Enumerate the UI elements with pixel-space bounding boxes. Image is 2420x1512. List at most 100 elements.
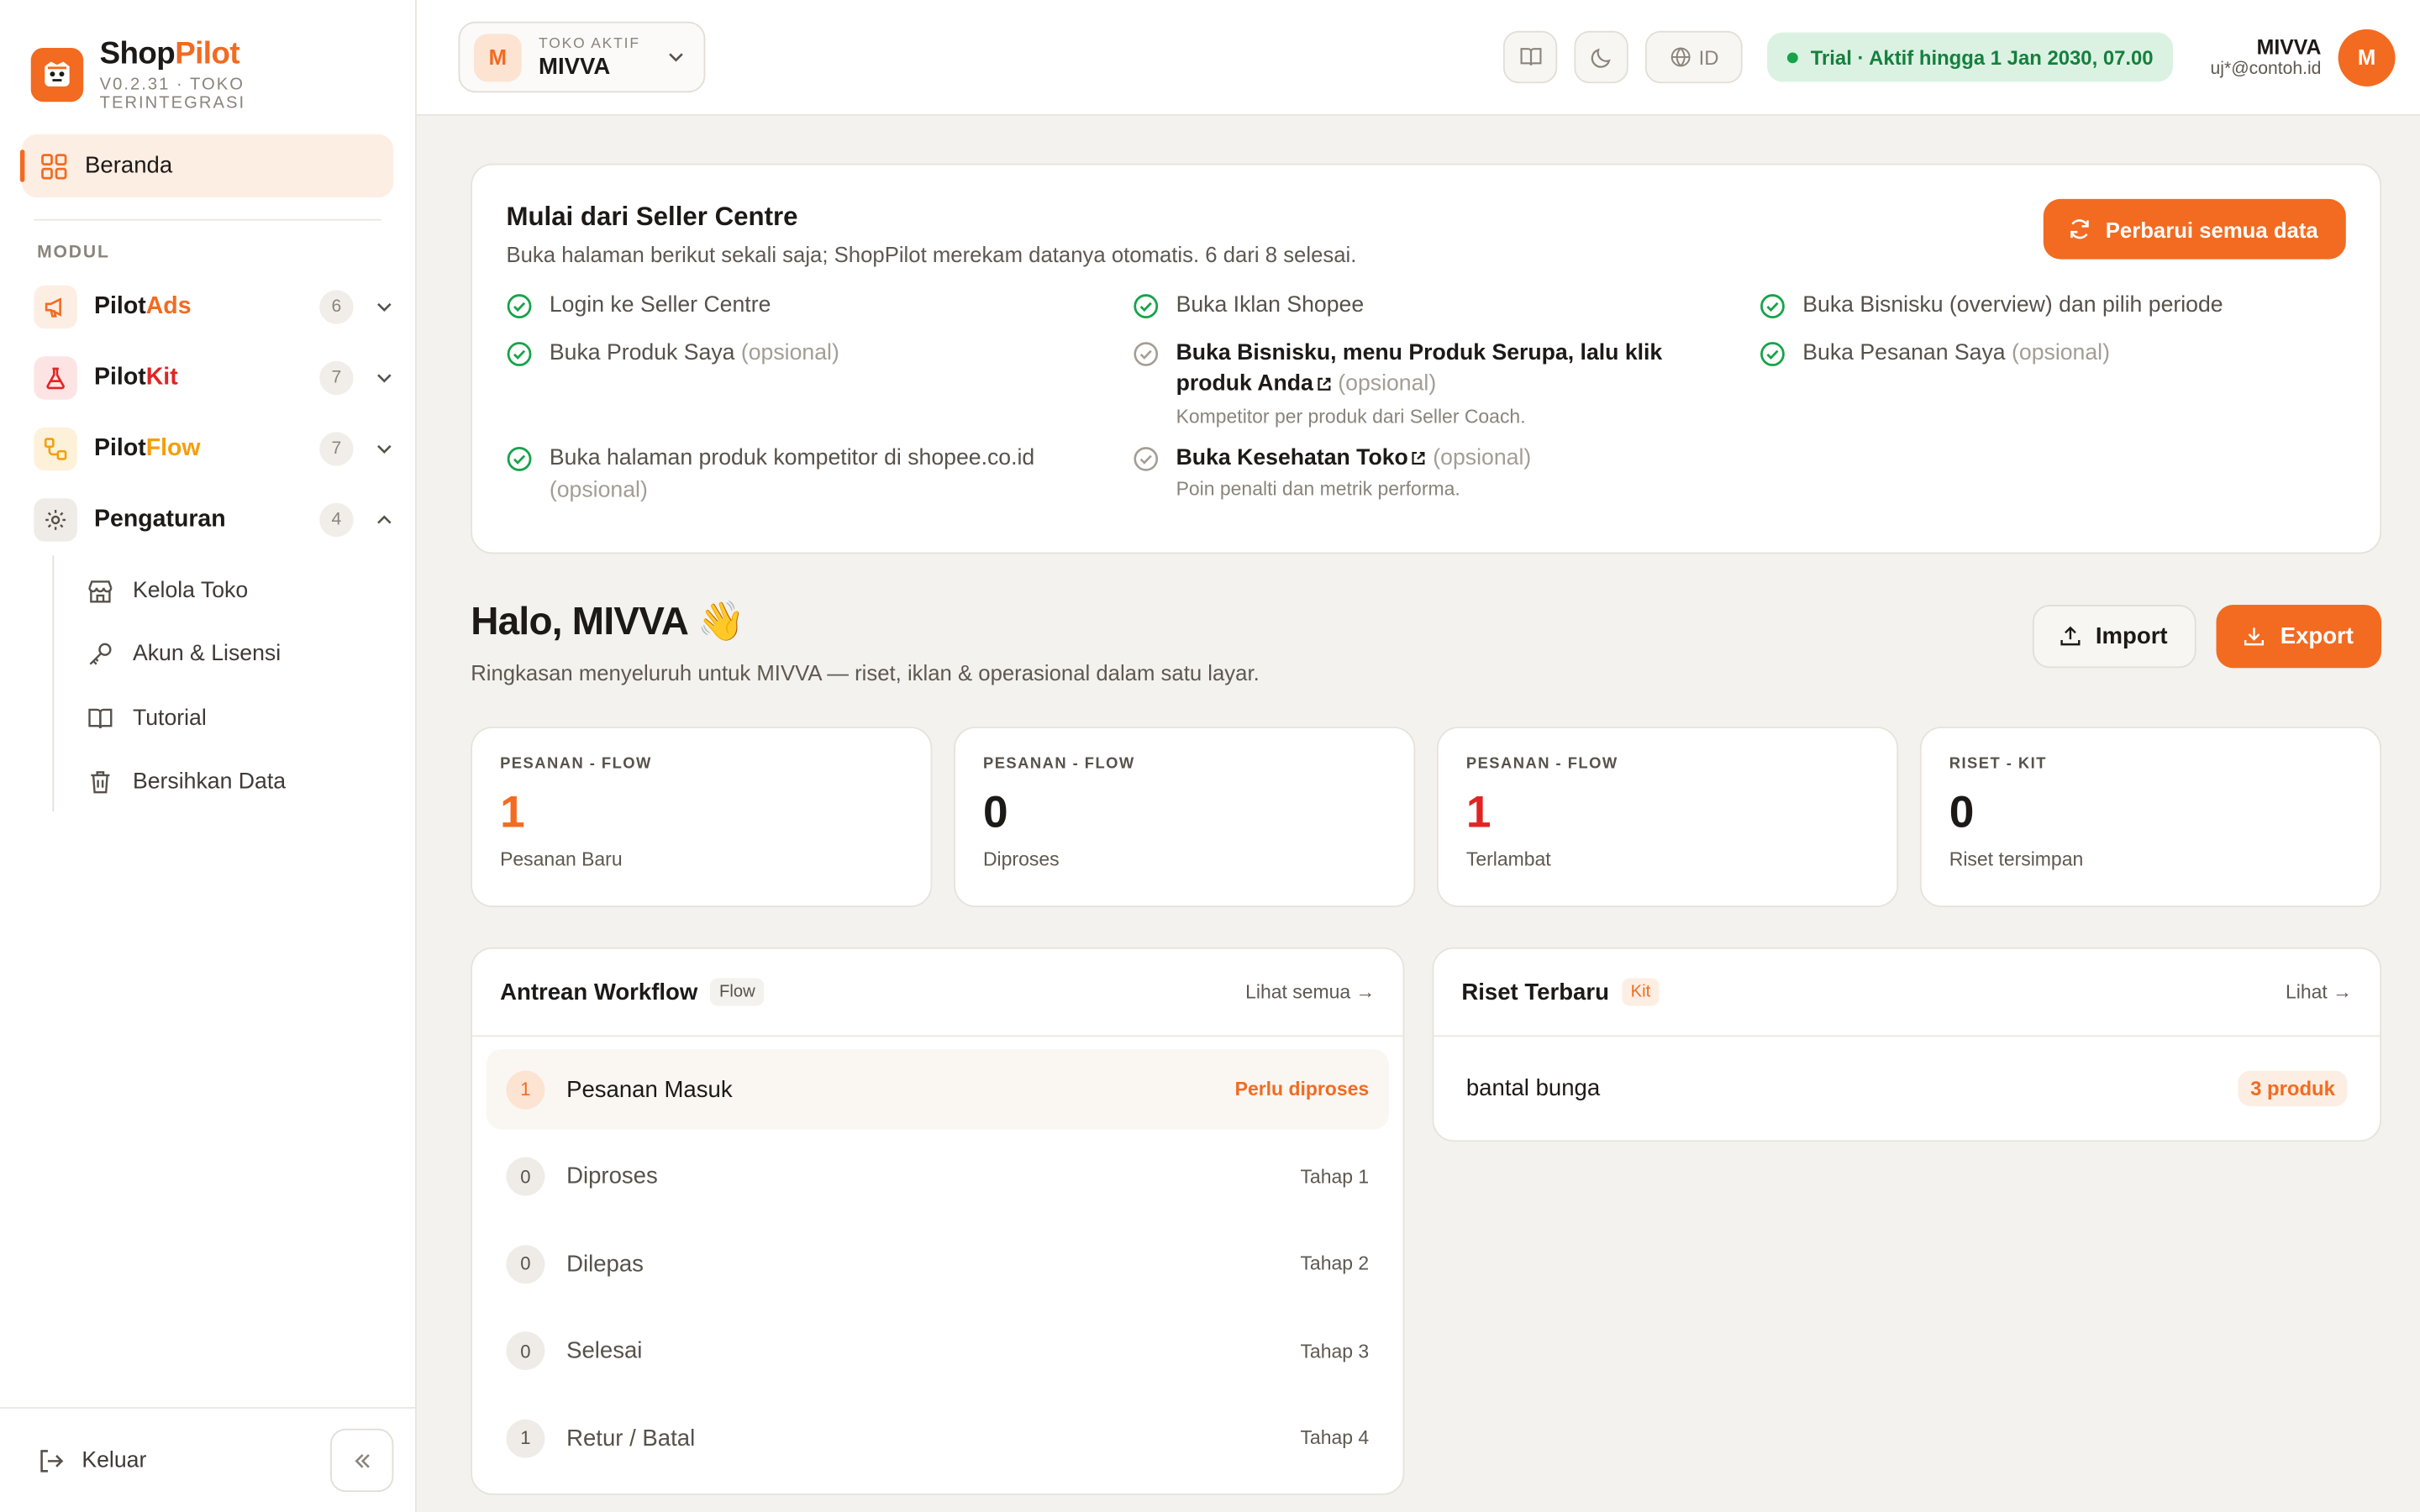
sidebar-item-kelola-toko[interactable]: Kelola Toko bbox=[52, 559, 415, 622]
stat-card-diproses[interactable]: PESANAN - FLOW 0 Diproses bbox=[954, 727, 1416, 907]
workflow-row[interactable]: 0 Diproses Tahap 1 bbox=[487, 1137, 1389, 1217]
task-login[interactable]: Login ke Seller Centre bbox=[506, 290, 1133, 322]
check-circle-pending-icon bbox=[1134, 446, 1159, 470]
greeting-section: Halo, MIVVA 👋 Ringkasan menyeluruh untuk… bbox=[471, 600, 2382, 685]
store-key: TOKO AKTIF bbox=[539, 34, 640, 52]
logout-button[interactable]: Keluar bbox=[37, 1446, 330, 1474]
see-link[interactable]: Lihat → bbox=[2286, 981, 2352, 1003]
stat-value: 0 bbox=[982, 788, 1008, 838]
riset-item[interactable]: bantal bunga 3 produk bbox=[1434, 1037, 2380, 1138]
task-label: Buka Pesanan Saya (opsional) bbox=[1802, 339, 2110, 365]
sidebar-item-bersihkan-data[interactable]: Bersihkan Data bbox=[52, 751, 415, 815]
status-dot-icon bbox=[1787, 51, 1799, 63]
task-bisnisku[interactable]: Buka Bisnisku (overview) dan pilih perio… bbox=[1760, 290, 2346, 322]
check-circle-icon bbox=[1760, 341, 1785, 366]
avatar[interactable]: M bbox=[2338, 28, 2396, 86]
divider bbox=[34, 218, 381, 221]
stat-card-pesanan-baru[interactable]: PESANAN - FLOW 1 Pesanan Baru bbox=[471, 727, 933, 907]
store-selector[interactable]: M TOKO AKTIF MIVVA bbox=[458, 21, 706, 93]
workflow-row[interactable]: 1 Pesanan Masuk Perlu diproses bbox=[486, 1048, 1390, 1130]
riset-panel: Riset Terbaru Kit Lihat → bantal bunga 3… bbox=[1432, 947, 2382, 1142]
language-button[interactable]: ID bbox=[1645, 30, 1743, 84]
stat-value: 1 bbox=[1465, 788, 1491, 838]
grid-icon bbox=[41, 153, 67, 179]
trial-status-badge: Trial · Aktif hingga 1 Jan 2030, 07.00 bbox=[1767, 32, 2174, 82]
chevron-down-icon[interactable] bbox=[375, 439, 393, 458]
task-pesanan-saya[interactable]: Buka Pesanan Saya (opsional) bbox=[1760, 337, 2346, 369]
chevron-down-icon bbox=[669, 53, 683, 62]
workflow-name: Retur / Batal bbox=[566, 1425, 696, 1452]
download-icon bbox=[2244, 627, 2265, 646]
chevron-up-icon[interactable] bbox=[375, 511, 393, 529]
docs-button[interactable] bbox=[1503, 30, 1558, 84]
task-label: Buka Produk Saya (opsional) bbox=[549, 339, 839, 365]
chevron-down-icon[interactable] bbox=[375, 297, 393, 316]
collapse-sidebar-button[interactable] bbox=[330, 1428, 394, 1493]
section-label-modul: MODUL bbox=[37, 244, 110, 263]
workflow-row[interactable]: 0 Dilepas Tahap 2 bbox=[487, 1224, 1389, 1305]
book-icon bbox=[88, 708, 113, 728]
stat-key: PESANAN - FLOW bbox=[982, 755, 1135, 774]
brand-version: V0.2.31 · TOKO TERINTEGRASI bbox=[99, 75, 246, 113]
brand-logo-icon bbox=[30, 47, 83, 102]
task-label[interactable]: Buka Bisnisku, menu Produk Serupa, lalu … bbox=[1176, 337, 1670, 400]
sub-item-label: Tutorial bbox=[132, 706, 207, 732]
store-avatar: M bbox=[473, 33, 522, 81]
sidebar-module-pilotads[interactable]: PilotAds 6 bbox=[34, 271, 393, 342]
workflow-name: Selesai bbox=[566, 1337, 643, 1364]
panel-title: Antrean Workflow bbox=[500, 979, 698, 1005]
sidebar-module-pilotkit[interactable]: PilotKit 7 bbox=[34, 343, 393, 413]
refresh-icon bbox=[2070, 219, 2090, 239]
task-label: Buka Bisnisku (overview) dan pilih perio… bbox=[1802, 292, 2223, 318]
module-count: 6 bbox=[319, 290, 354, 324]
workflow-status: Tahap 4 bbox=[1300, 1426, 1370, 1449]
workflow-row[interactable]: 1 Retur / Batal Tahap 4 bbox=[487, 1398, 1389, 1478]
check-circle-icon bbox=[1134, 294, 1159, 318]
trial-label: Trial · Aktif hingga 1 Jan 2030, 07.00 bbox=[1810, 45, 2154, 69]
stat-value: 0 bbox=[1949, 788, 1975, 838]
module-count: 7 bbox=[319, 360, 354, 396]
check-circle-icon bbox=[507, 447, 532, 471]
task-kesehatan-toko[interactable]: Buka Kesehatan Toko (opsional) Poin pena… bbox=[1133, 442, 1760, 500]
workflow-count: 0 bbox=[506, 1157, 545, 1196]
sidebar-item-tutorial[interactable]: Tutorial bbox=[52, 686, 415, 750]
task-hint: Kompetitor per produk dari Seller Coach. bbox=[1176, 405, 1526, 427]
import-button[interactable]: Import bbox=[2032, 604, 2197, 669]
riset-item-name: bantal bunga bbox=[1465, 1074, 1601, 1101]
task-produk-saya[interactable]: Buka Produk Saya (opsional) bbox=[506, 337, 1133, 369]
upload-icon bbox=[2060, 626, 2081, 646]
brand-name: ShopPilot bbox=[99, 36, 240, 71]
refresh-all-button[interactable]: Perbarui semua data bbox=[2044, 198, 2346, 260]
workflow-status: Perlu diproses bbox=[1234, 1078, 1370, 1100]
brand[interactable]: ShopPilot V0.2.31 · TOKO TERINTEGRASI bbox=[0, 0, 415, 114]
stat-card-terlambat[interactable]: PESANAN - FLOW 1 Terlambat bbox=[1436, 727, 1899, 907]
module-name: PilotKit bbox=[94, 364, 178, 391]
workflow-name: Diproses bbox=[566, 1163, 658, 1190]
workflow-status: Tahap 3 bbox=[1300, 1340, 1370, 1362]
key-icon bbox=[89, 643, 112, 666]
theme-toggle-button[interactable] bbox=[1574, 30, 1629, 84]
sidebar-module-pilotflow[interactable]: PilotFlow 7 bbox=[34, 413, 393, 484]
task-label: Login ke Seller Centre bbox=[549, 292, 771, 318]
task-iklan[interactable]: Buka Iklan Shopee bbox=[1133, 290, 1760, 322]
megaphone-icon bbox=[34, 285, 77, 329]
sidebar-module-pengaturan[interactable]: Pengaturan 4 bbox=[34, 485, 393, 555]
export-button[interactable]: Export bbox=[2217, 604, 2382, 669]
stat-card-riset[interactable]: RISET - KIT 0 Riset tersimpan bbox=[1919, 727, 2382, 907]
external-link-icon bbox=[1318, 377, 1331, 391]
task-produk-serupa[interactable]: Buka Bisnisku, menu Produk Serupa, lalu … bbox=[1133, 337, 1760, 427]
page-title: Halo, MIVVA 👋 bbox=[471, 600, 744, 643]
chevron-down-icon[interactable] bbox=[375, 369, 393, 387]
see-all-link[interactable]: Lihat semua → bbox=[1245, 981, 1375, 1003]
stat-key: PESANAN - FLOW bbox=[1465, 755, 1618, 774]
user-info[interactable]: MIVVA uj*@contoh.id bbox=[2211, 35, 2322, 78]
external-link-icon bbox=[1413, 451, 1426, 465]
import-label: Import bbox=[2095, 623, 2168, 650]
task-label[interactable]: Buka Kesehatan Toko (opsional) bbox=[1176, 442, 1532, 474]
workflow-count: 0 bbox=[506, 1244, 545, 1284]
sidebar-item-akun-lisensi[interactable]: Akun & Lisensi bbox=[52, 622, 415, 686]
sub-item-label: Akun & Lisensi bbox=[132, 642, 281, 667]
sidebar-item-beranda[interactable]: Beranda bbox=[19, 134, 394, 198]
workflow-row[interactable]: 0 Selesai Tahap 3 bbox=[487, 1310, 1389, 1391]
task-kompetitor[interactable]: Buka halaman produk kompetitor di shopee… bbox=[506, 443, 1133, 506]
